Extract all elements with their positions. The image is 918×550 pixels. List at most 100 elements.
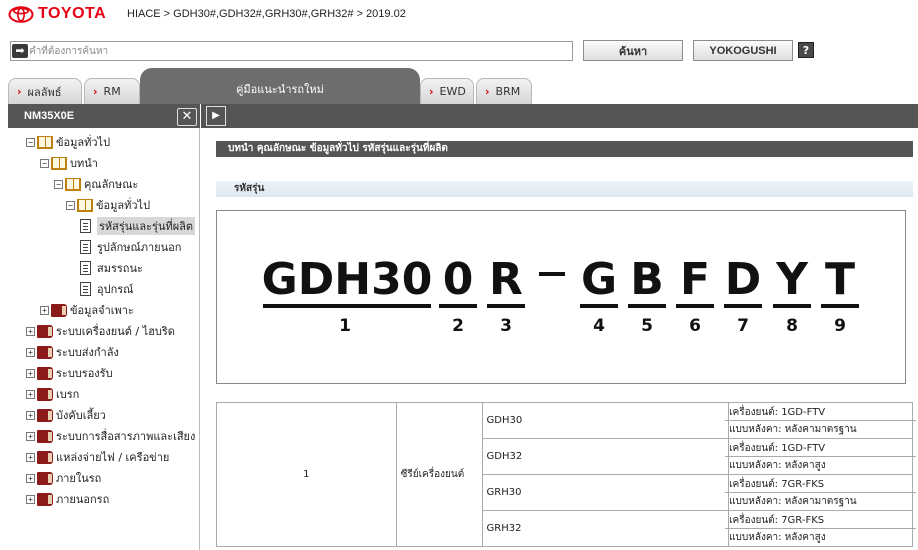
- engine-value: เครื่องยนต์: 1GD-FTV: [725, 404, 916, 421]
- table-cell-number: 1: [216, 402, 397, 547]
- tree-label: ข้อมูลทั่วไป: [56, 136, 111, 149]
- collapse-icon[interactable]: −: [66, 200, 75, 210]
- code-number: 3: [500, 316, 512, 336]
- tab-label: ผลลัพธ์: [27, 85, 62, 99]
- code-dash: [539, 272, 565, 276]
- tree-node[interactable]: สมรรถนะ: [80, 259, 143, 277]
- tree-node[interactable]: − ข้อมูลทั่วไป: [66, 196, 150, 214]
- tree-node[interactable]: + ภายนอกรถ: [26, 490, 109, 508]
- tree-label: รูปลักษณ์ภายนอก: [97, 241, 182, 254]
- closed-book-icon: [37, 345, 53, 359]
- tree-node[interactable]: รหัสรุ่นและรุ่นที่ผลิต: [80, 217, 196, 235]
- collapse-icon[interactable]: −: [54, 179, 63, 189]
- close-icon[interactable]: ✕: [177, 108, 197, 126]
- tree-node[interactable]: + ระบบส่งกำลัง: [26, 343, 119, 361]
- code-segment: B: [630, 254, 664, 305]
- tree-label: ข้อมูลทั่วไป: [96, 199, 151, 212]
- tree-label: ภายนอกรถ: [56, 493, 110, 506]
- table-cell-model: GRH32: [481, 510, 730, 547]
- open-book-icon: [51, 156, 67, 170]
- expand-icon[interactable]: +: [26, 473, 35, 483]
- roof-value: แบบหลังคา: หลังคาสูง: [729, 459, 826, 471]
- closed-book-icon: [37, 366, 53, 380]
- chevron-right-icon: ›: [485, 85, 490, 98]
- tab-rm[interactable]: › RM: [84, 78, 140, 104]
- tree-node[interactable]: อุปกรณ์: [80, 280, 133, 298]
- expand-icon[interactable]: +: [26, 452, 35, 462]
- code-segment: D: [724, 254, 762, 305]
- tree-node[interactable]: + ระบบเครื่องยนต์ / ไฮบริด: [26, 322, 175, 340]
- tree-node[interactable]: + ระบบรองรับ: [26, 364, 113, 382]
- code-underline: [676, 304, 714, 308]
- tab-brm[interactable]: › BRM: [476, 78, 532, 104]
- table-cell-model: GDH32: [481, 438, 730, 475]
- expand-icon[interactable]: +: [26, 347, 35, 357]
- tree-label: ระบบเครื่องยนต์ / ไฮบริด: [56, 325, 175, 338]
- expand-icon[interactable]: +: [26, 389, 35, 399]
- collapse-icon[interactable]: −: [40, 158, 49, 168]
- yokogushi-button[interactable]: YOKOGUSHI: [693, 40, 793, 61]
- tree-node[interactable]: − ข้อมูลทั่วไป: [26, 133, 110, 151]
- expand-icon[interactable]: +: [26, 368, 35, 378]
- table-cell-spec: เครื่องยนต์: 1GD-FTV แบบหลังคา: หลังคามา…: [725, 402, 916, 439]
- open-book-icon: [65, 177, 81, 191]
- expand-icon[interactable]: +: [26, 494, 35, 504]
- tree-node[interactable]: + บังคับเลี้ยว: [26, 406, 106, 424]
- content-title: บทนำ คุณลักษณะ ข้อมูลทั่วไป รหัสรุ่นและร…: [216, 141, 913, 157]
- help-icon[interactable]: ?: [798, 42, 814, 58]
- tab-new-car-manual[interactable]: คู่มือแนะนำรถใหม่: [140, 68, 420, 104]
- toc-tree: − ข้อมูลทั่วไป − บทนำ − คุณลักษณะ − ข้อม…: [8, 128, 200, 550]
- tab-results[interactable]: › ผลลัพธ์: [8, 78, 82, 104]
- code-underline: [580, 304, 618, 308]
- table-cell-spec: เครื่องยนต์: 1GD-FTV แบบหลังคา: หลังคาสู…: [725, 438, 916, 475]
- expand-icon[interactable]: +: [40, 305, 49, 315]
- code-number: 5: [641, 316, 653, 336]
- code-number: 4: [593, 316, 605, 336]
- tree-node[interactable]: + แหล่งจ่ายไฟ / เครือข่าย: [26, 448, 169, 466]
- closed-book-icon: [37, 492, 53, 506]
- arrow-right-icon[interactable]: ➡: [12, 44, 28, 58]
- tree-label: ระบบการสื่อสารภาพและเสียง /: [56, 430, 200, 443]
- content-toolbar: [201, 104, 918, 128]
- code-underline: [439, 304, 477, 308]
- code-segment: GDH30: [261, 254, 433, 305]
- tree-node[interactable]: + เบรก: [26, 385, 79, 403]
- tree-node[interactable]: + ภายในรถ: [26, 469, 101, 487]
- roof-value: แบบหลังคา: หลังคามาตรฐาน: [729, 495, 857, 507]
- code-underline: [821, 304, 859, 308]
- code-segment: T: [824, 254, 855, 305]
- engine-value: เครื่องยนต์: 1GD-FTV: [725, 440, 916, 457]
- model-code-table: 1 ซีรีย์เครื่องยนต์ GDH30 เครื่องยนต์: 1…: [216, 402, 916, 547]
- tab-label: คู่มือแนะนำรถใหม่: [236, 83, 324, 96]
- chevron-right-icon: ›: [17, 85, 22, 98]
- tree-label: บทนำ: [70, 157, 98, 170]
- expand-icon[interactable]: +: [26, 326, 35, 336]
- tree-node[interactable]: + ระบบการสื่อสารภาพและเสียง /: [26, 427, 200, 445]
- search-button[interactable]: ค้นหา: [583, 40, 683, 61]
- code-segment: Y: [776, 254, 808, 305]
- code-number: 2: [452, 316, 464, 336]
- expand-icon[interactable]: +: [26, 431, 35, 441]
- toyota-logo[interactable]: TOYOTA: [8, 5, 106, 23]
- tree-label: ระบบรองรับ: [56, 367, 113, 380]
- tree-label: บังคับเลี้ยว: [56, 409, 106, 422]
- tree-node[interactable]: − บทนำ: [40, 154, 98, 172]
- search-input[interactable]: [29, 43, 569, 59]
- tree-node[interactable]: + ข้อมูลจำเพาะ: [40, 301, 134, 319]
- tree-node[interactable]: − คุณลักษณะ: [54, 175, 138, 193]
- tab-ewd[interactable]: › EWD: [420, 78, 474, 104]
- engine-value: เครื่องยนต์: 7GR-FKS: [725, 512, 916, 529]
- expand-icon[interactable]: +: [26, 410, 35, 420]
- search-box: ➡: [10, 41, 573, 61]
- table-cell-series: ซีรีย์เครื่องยนต์: [395, 402, 483, 547]
- collapse-icon[interactable]: −: [26, 137, 35, 147]
- toyota-emblem-icon: [8, 5, 34, 23]
- play-icon[interactable]: ▶: [206, 106, 226, 126]
- tab-label: EWD: [439, 85, 466, 98]
- tree-node[interactable]: รูปลักษณ์ภายนอก: [80, 238, 181, 256]
- code-underline: [724, 304, 762, 308]
- code-number: 7: [737, 316, 749, 336]
- tree-label: คุณลักษณะ: [84, 178, 139, 191]
- tree-label: ข้อมูลจำเพาะ: [70, 304, 134, 317]
- table-row: 1 ซีรีย์เครื่องยนต์ GDH30 เครื่องยนต์: 1…: [216, 402, 916, 547]
